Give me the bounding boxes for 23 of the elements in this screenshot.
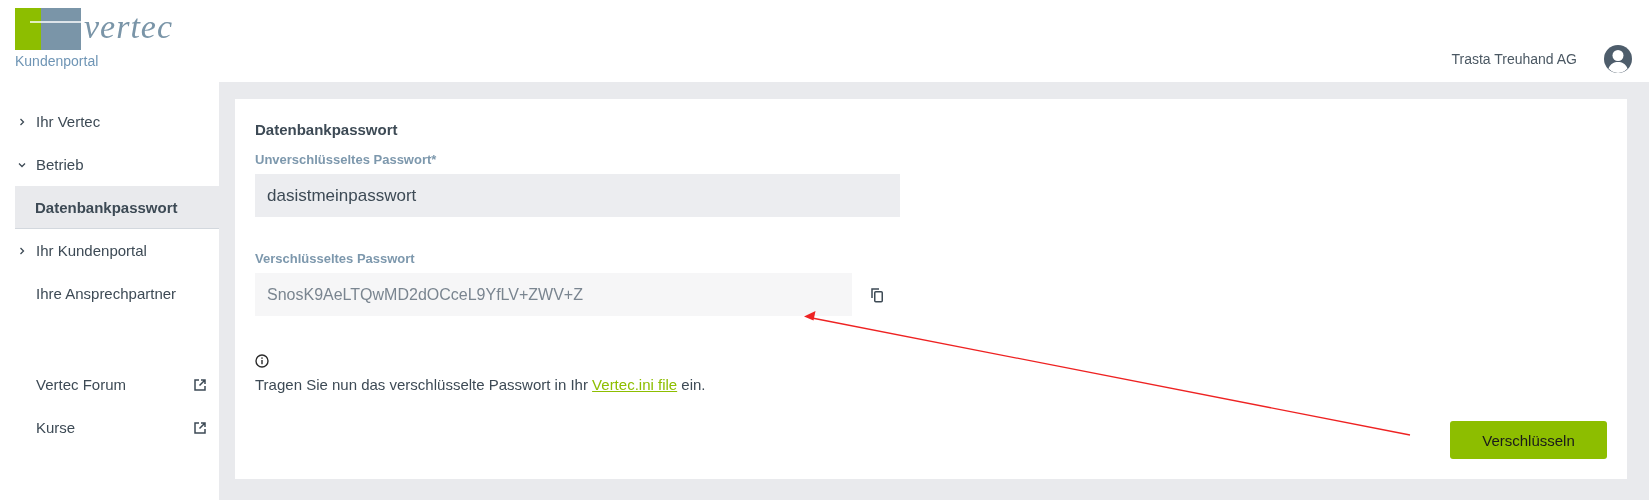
user-avatar-icon[interactable] — [1603, 44, 1633, 74]
hint-text: Tragen Sie nun das verschlüsselte Passwort in Ihr Vertec.ini file ein. — [255, 376, 707, 393]
sidebar-item[interactable]: Betrieb — [0, 143, 219, 186]
info-icon — [255, 354, 269, 368]
copy-icon[interactable] — [870, 286, 884, 303]
external-link-icon — [193, 420, 207, 435]
sidebar-item[interactable]: Ihr Vertec — [0, 100, 219, 143]
portal-label: Kundenportal — [15, 53, 100, 69]
company-name: Trasta Treuhand AG — [1451, 51, 1577, 67]
field-label: Unverschlüsseltes Passwort* — [255, 152, 438, 167]
sidebar-item[interactable]: Datenbankpasswort — [15, 186, 219, 229]
encrypt-button[interactable]: Verschlüsseln — [1450, 421, 1607, 459]
form-title: Datenbankpasswort — [255, 121, 399, 138]
sidebar-link[interactable]: Kurse — [36, 419, 76, 436]
sidebar-link[interactable]: Vertec Forum — [36, 376, 127, 393]
sidebar-item[interactable]: Ihre Ansprechpartner — [0, 272, 219, 315]
external-link-icon — [193, 377, 207, 392]
field-label: Verschlüsseltes Passwort — [255, 251, 416, 266]
encrypted-password-field[interactable]: SnosK9AeLTQwMD2dOCceL9YfLV+ZWV+Z — [255, 273, 852, 316]
logo-mark-icon — [15, 8, 81, 50]
sidebar-item[interactable]: Ihr Kundenportal — [0, 229, 219, 272]
password-input-field[interactable]: dasistmeinpasswort — [255, 174, 900, 217]
logo-text: vertec — [84, 10, 174, 47]
